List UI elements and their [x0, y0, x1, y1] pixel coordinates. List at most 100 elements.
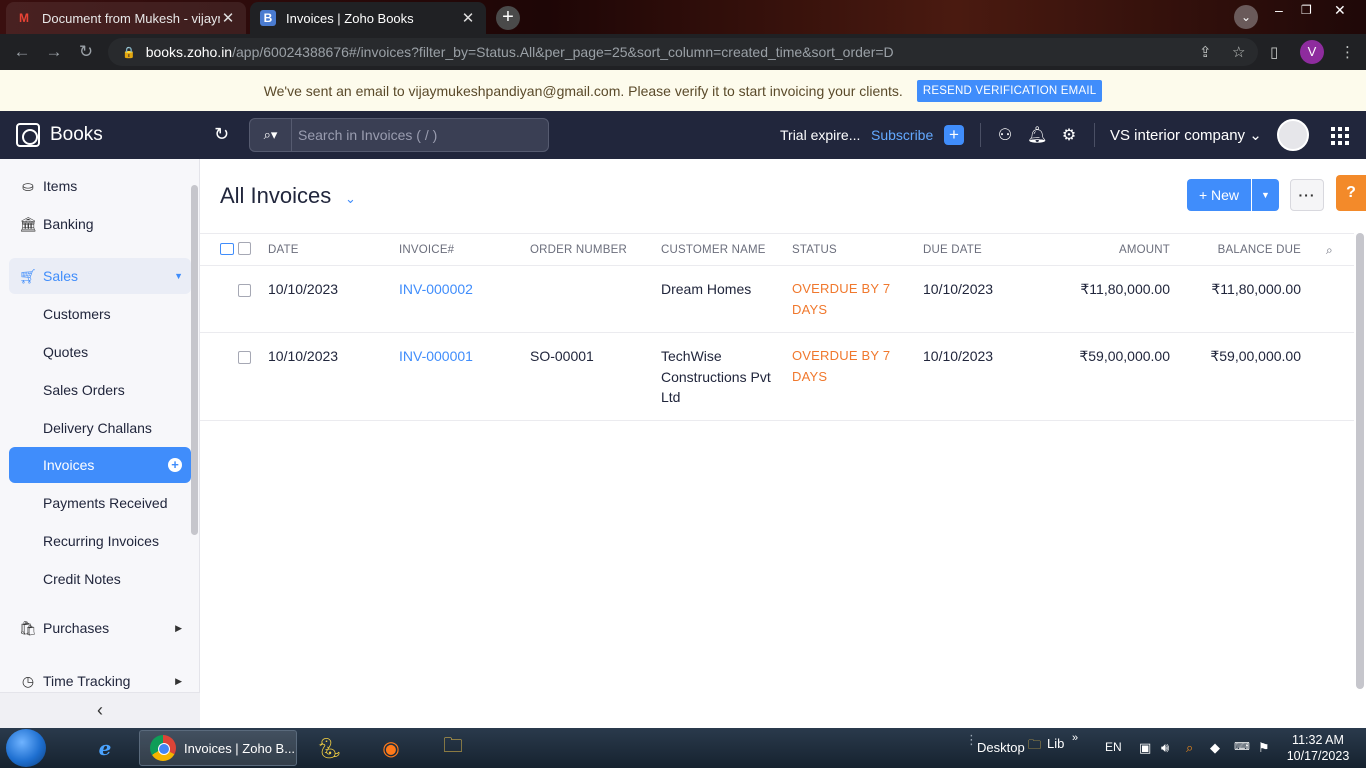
address-bar[interactable]: 🔒 books.zoho.in/app/60024388676#/invoice… — [108, 38, 1258, 66]
column-header-customer-name[interactable]: CUSTOMER NAME — [661, 244, 766, 256]
taskbar-item-label: Invoices | Zoho B... — [184, 740, 296, 756]
search-input[interactable] — [292, 127, 532, 143]
search-tray-icon[interactable]: ⌕ — [1186, 740, 1193, 756]
system-clock[interactable]: 11:32 AM 10/17/2023 — [1282, 732, 1354, 764]
browser-menu-icon[interactable]: ⋮ — [1340, 43, 1355, 61]
search-box[interactable]: ⌕▾ — [249, 118, 549, 152]
sidebar-item-quotes[interactable]: Quotes — [9, 334, 191, 370]
users-icon[interactable]: ⚇ — [995, 125, 1015, 145]
add-invoice-icon[interactable]: + — [168, 458, 182, 472]
browser-tab-zoho-books[interactable]: B Invoices | Zoho Books ✕ — [250, 2, 486, 34]
new-tab-button[interactable]: + — [496, 6, 520, 30]
table-row[interactable]: 10/10/2023 INV-000002 Dream Homes OVERDU… — [200, 266, 1354, 333]
sidebar-item-label: Items — [43, 178, 78, 194]
volume-icon[interactable]: 🔊︎ — [1161, 740, 1169, 756]
recent-activity-icon[interactable]: ↻ — [214, 124, 229, 145]
minimize-icon[interactable]: – — [1275, 2, 1283, 18]
sidebar-item-label: Quotes — [43, 344, 89, 360]
quick-create-button[interactable]: + — [944, 125, 964, 145]
keyboard-icon[interactable]: ⌨ — [1234, 740, 1250, 753]
subscribe-link[interactable]: Subscribe — [871, 127, 933, 143]
row-checkbox[interactable] — [238, 351, 251, 364]
content-scrollbar[interactable] — [1356, 233, 1364, 689]
sidebar-item-delivery-challans[interactable]: Delivery Challans — [9, 410, 191, 446]
firefox-icon[interactable]: ◉ — [373, 732, 409, 764]
chevron-down-icon[interactable]: ⌄ — [345, 191, 356, 207]
row-checkbox[interactable] — [238, 284, 251, 297]
column-header-status[interactable]: STATUS — [792, 244, 837, 256]
cell-invoice-number[interactable]: INV-000002 — [399, 279, 473, 300]
language-indicator[interactable]: EN — [1105, 740, 1122, 754]
user-avatar[interactable] — [1277, 119, 1309, 151]
verification-banner: We've sent an email to vijaymukeshpandiy… — [0, 70, 1366, 111]
column-header-order-number[interactable]: ORDER NUMBER — [530, 244, 627, 256]
share-icon[interactable]: ⇪ — [1199, 43, 1212, 61]
brand-name: Books — [50, 124, 103, 145]
back-icon[interactable]: ← — [12, 42, 32, 62]
search-icon[interactable]: ⌕▾ — [250, 119, 292, 151]
table-row[interactable]: 10/10/2023 INV-000001 SO-00001 TechWise … — [200, 333, 1354, 421]
restore-icon[interactable]: ❐ — [1301, 3, 1312, 17]
page-title[interactable]: All Invoices — [220, 183, 331, 209]
network-icon[interactable]: ▣ — [1139, 740, 1151, 756]
toolbar-expand-icon[interactable]: » — [1072, 732, 1078, 744]
sidebar-item-invoices[interactable]: Invoices + — [9, 447, 191, 483]
bookmark-star-icon[interactable]: ☆ — [1232, 43, 1245, 61]
column-settings-icon[interactable] — [220, 243, 234, 255]
column-header-date[interactable]: DATE — [268, 244, 299, 256]
profile-avatar[interactable]: V — [1300, 40, 1324, 64]
close-icon[interactable]: ✕ — [220, 9, 236, 27]
tab-title: Document from Mukesh - vijaym — [42, 10, 220, 26]
sidebar-item-sales[interactable]: 🛒︎ Sales ▼ — [9, 258, 191, 294]
desktop-toolbar[interactable]: Desktop — [977, 740, 1025, 755]
tab-search-button[interactable]: ⌄ — [1234, 5, 1258, 29]
select-all-checkbox[interactable] — [238, 242, 251, 255]
window-close-icon[interactable]: ✕ — [1334, 2, 1346, 19]
reload-icon[interactable]: ↻ — [76, 42, 96, 62]
column-header-balance-due[interactable]: BALANCE DUE — [1190, 244, 1301, 256]
help-button[interactable]: ? — [1336, 175, 1366, 211]
action-center-icon[interactable]: ⚑ — [1258, 740, 1270, 756]
close-icon[interactable]: ✕ — [460, 9, 476, 27]
side-panel-icon[interactable]: ▯ — [1270, 43, 1278, 61]
more-options-button[interactable]: ··· — [1290, 179, 1324, 211]
search-icon[interactable]: ⌕ — [1326, 243, 1333, 258]
organization-switcher[interactable]: VS interior company ⌄ — [1110, 126, 1262, 144]
taskbar-item-chrome[interactable]: Invoices | Zoho B... — [139, 730, 297, 766]
column-header-due-date[interactable]: DUE DATE — [923, 244, 982, 256]
column-header-invoice[interactable]: INVOICE# — [399, 244, 454, 256]
gear-icon[interactable]: ⚙ — [1059, 125, 1079, 145]
file-explorer-icon[interactable]: 🗀 — [435, 732, 471, 764]
forward-icon[interactable]: → — [44, 42, 64, 62]
sidebar-item-banking[interactable]: 🏛︎ Banking — [9, 206, 191, 242]
tab-title: Invoices | Zoho Books — [286, 10, 414, 26]
cell-invoice-number[interactable]: INV-000001 — [399, 346, 473, 367]
start-button[interactable] — [6, 729, 46, 767]
cell-balance-due: ₹11,80,000.00 — [1211, 281, 1301, 297]
books-logo[interactable]: Books — [0, 111, 200, 159]
python-icon[interactable]: 🐍︎ — [311, 732, 347, 764]
lib-toolbar[interactable]: Lib — [1047, 736, 1064, 751]
caret-right-icon: ▶ — [175, 622, 182, 633]
internet-explorer-icon[interactable]: e — [87, 732, 123, 764]
bell-icon[interactable]: 🔔︎ — [1027, 125, 1047, 145]
collapse-sidebar-button[interactable]: ‹ — [0, 692, 200, 728]
sidebar-item-customers[interactable]: Customers — [9, 296, 191, 332]
sidebar-item-sales-orders[interactable]: Sales Orders — [9, 372, 191, 408]
chrome-icon — [150, 735, 176, 761]
browser-tab-gmail[interactable]: M Document from Mukesh - vijaym ✕ — [6, 2, 246, 34]
new-dropdown-button[interactable]: ▼ — [1252, 179, 1279, 211]
column-header-amount[interactable]: AMOUNT — [1070, 244, 1170, 256]
sidebar-item-payments-received[interactable]: Payments Received — [9, 485, 191, 521]
sidebar-item-recurring-invoices[interactable]: Recurring Invoices — [9, 523, 191, 559]
sidebar-item-items[interactable]: ⛀ Items — [9, 168, 191, 204]
app-grid-icon[interactable] — [1331, 127, 1349, 145]
sidebar-item-credit-notes[interactable]: Credit Notes — [9, 561, 191, 597]
new-invoice-button[interactable]: + New — [1187, 179, 1251, 211]
sidebar-item-purchases[interactable]: 🛍︎ Purchases ▶ — [9, 610, 191, 646]
url-text: books.zoho.in/app/60024388676#/invoices?… — [145, 44, 894, 60]
tray-app-icon[interactable]: ◆ — [1210, 740, 1220, 756]
sidebar-scrollbar[interactable] — [191, 185, 198, 535]
resend-verification-button[interactable]: RESEND VERIFICATION EMAIL — [916, 79, 1103, 102]
cell-amount: ₹11,80,000.00 — [1080, 281, 1170, 297]
